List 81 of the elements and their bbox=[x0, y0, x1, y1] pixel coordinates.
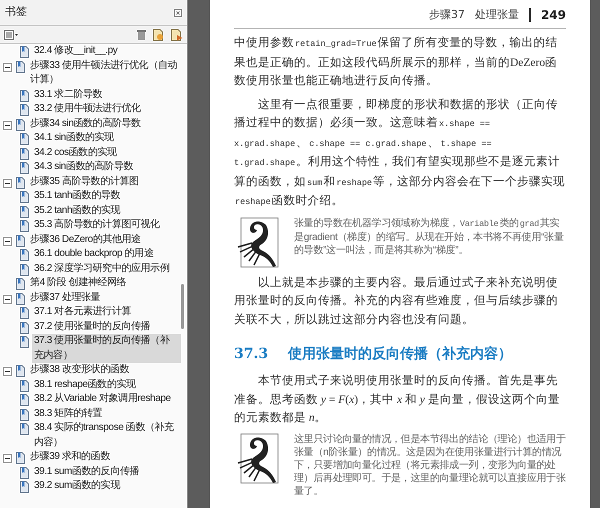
bookmark-item[interactable]: 33.1 求二阶导数 bbox=[32, 88, 181, 102]
bookmark-icon bbox=[16, 452, 25, 464]
scrollbar-thumb[interactable] bbox=[181, 284, 184, 329]
bookmark-icon bbox=[16, 365, 25, 377]
bookmark-icon bbox=[20, 322, 29, 334]
bookmark-item[interactable]: 步骤37 处理张量 bbox=[28, 290, 181, 305]
bookmark-icon bbox=[20, 133, 29, 145]
bookmark-item[interactable]: 步骤34 sin函数的高阶导数 bbox=[28, 116, 181, 131]
new-bookmark-icon[interactable] bbox=[153, 28, 164, 40]
body-paragraph: 本节使用式子来说明使用张量时的反向传播。首先是事先准备。思考函数 y = F(x)，其中 x 和 y 是向量，假设这两个向量的元素数都是 n。 bbox=[234, 374, 561, 426]
body-paragraph: 中使用参数 retain_grad=True保留了所有变量的导数，输出的结果也是正确的。正如这段代码所展示的那样，当前的DeZero函数使用张量也能正确地进行反向传播。 bbox=[234, 35, 559, 89]
bookmark-item[interactable]: 39.2 sum函数的实现 bbox=[32, 479, 181, 494]
bookmark-icon bbox=[20, 394, 29, 406]
bookmark-icon bbox=[20, 307, 29, 319]
bookmark-icon bbox=[20, 380, 29, 392]
bookmark-icon bbox=[16, 278, 25, 290]
body-paragraph: 这里有一点很重要，即梯度的形状和数据的形状（正向传播过程中的数据）必须一致。这意味着 x.shape == x.grad.shape、c.shape == c.grad.shape、t.shape == t.grad.shape。利用这个特性，我们有望实现那些不是逐元素计算的函数，如 sum和 reshape 等，这部分内容会在下一个步骤实现 reshape函数时介绍。 bbox=[234, 97, 566, 209]
bookmark-item[interactable]: 步骤33 使用牛顿法进行优化（自动计算） bbox=[28, 58, 181, 88]
bookmark-icon bbox=[20, 408, 29, 420]
close-icon[interactable] bbox=[174, 8, 182, 16]
bookmark-icon bbox=[16, 292, 25, 304]
running-header: 步骤37 bbox=[428, 6, 465, 23]
collapse-icon[interactable] bbox=[3, 62, 12, 72]
bookmark-settings-icon[interactable] bbox=[171, 28, 183, 40]
section-number: 37.3 bbox=[234, 345, 268, 364]
page-number: 249 bbox=[540, 7, 566, 24]
bookmark-item[interactable]: 35.2 tanh函数的实现 bbox=[32, 204, 181, 218]
bookmark-icon bbox=[20, 46, 29, 58]
bookmark-item[interactable]: 35.1 tanh函数的导数 bbox=[32, 189, 181, 204]
bookmark-icon bbox=[20, 220, 29, 232]
bookmark-item[interactable]: 步骤36 DeZero的其他用途 bbox=[28, 232, 181, 247]
bookmark-item[interactable]: 步骤38 改变形状的函数 bbox=[28, 363, 181, 378]
bookmark-icon bbox=[20, 162, 29, 174]
bookmark-item[interactable]: 38.1 reshape函数的实现 bbox=[32, 378, 181, 392]
bookmark-item[interactable]: 33.2 使用牛顿法进行优化 bbox=[32, 102, 181, 116]
bookmark-item[interactable]: 34.1 sin函数的实现 bbox=[32, 131, 181, 146]
bookmark-icon bbox=[20, 466, 29, 478]
delete-icon[interactable] bbox=[137, 29, 146, 40]
bookmark-item[interactable]: 38.4 实际的transpose 函数（补充内容） bbox=[32, 421, 181, 450]
bookmark-item[interactable]: 第4 阶段 创建神经网络 bbox=[28, 276, 181, 290]
bookmark-icon bbox=[20, 90, 29, 102]
collapse-icon[interactable] bbox=[3, 454, 12, 463]
bookmark-item[interactable]: 34.3 sin函数的高阶导数 bbox=[32, 160, 181, 174]
bookmark-item[interactable]: 36.2 深度学习研究中的应用示例 bbox=[32, 262, 181, 276]
collapse-icon[interactable] bbox=[3, 236, 12, 246]
running-header: 处理张量 bbox=[474, 6, 519, 23]
bookmark-icon bbox=[16, 118, 25, 130]
bookmark-icon bbox=[20, 148, 29, 160]
collapse-icon[interactable] bbox=[3, 367, 12, 376]
bookmark-item[interactable]: 36.1 double backprop 的用途 bbox=[32, 247, 181, 262]
bookmark-icon bbox=[20, 481, 29, 493]
bookmark-icon bbox=[20, 249, 29, 261]
collapse-icon[interactable] bbox=[3, 294, 12, 304]
bookmark-item[interactable]: 37.3 使用张量时的反向传播（补充内容） bbox=[32, 334, 181, 363]
bookmark-item[interactable]: 步骤39 求和的函数 bbox=[28, 450, 181, 464]
bookmark-icon bbox=[20, 206, 29, 218]
bookmark-item[interactable]: 38.2 从Variable 对象调用reshape bbox=[32, 392, 181, 406]
note-text: 这里只讨论向量的情况，但是本节得出的结论（理论）也适用于张量（n阶张量）的情况。这是因为在使用张量进行计算的情况下，只要增加向量化过程（将元素排成一列，变形为向量的处理）后再处理即可。于是，这里的向量理论就可以直接应用于张量了。 bbox=[294, 432, 566, 498]
options-menu-icon[interactable] bbox=[4, 30, 19, 40]
bookmark-item[interactable]: 35.3 高阶导数的计算图可视化 bbox=[32, 218, 181, 232]
bookmark-item[interactable]: 34.2 cos函数的实现 bbox=[32, 146, 181, 160]
note-text: 张量的导数在机器学习领域称为梯度，Variable 类的grad其实是gradient（梯度）的缩写。从现在开始，本书将不再使用“张量的导数”这一叫法，而是将其称为“梯度”。 bbox=[294, 216, 565, 256]
body-paragraph: 以上就是本步骤的主要内容。最后通过式子来补充说明使用张量时的反向传播。补充的内容有些难度，但与后续步骤的关联不大，所以跳过这部分内容也没有问题。 bbox=[234, 275, 559, 328]
bookmark-icon bbox=[16, 176, 25, 188]
bookmark-item[interactable]: 37.2 使用张量时的反向传播 bbox=[32, 320, 181, 334]
bookmark-icon bbox=[20, 104, 29, 116]
bookmark-item[interactable]: 步骤35 高阶导数的计算图 bbox=[28, 174, 181, 189]
collapse-icon[interactable] bbox=[3, 120, 12, 130]
bookmark-item[interactable]: 38.3 矩阵的转置 bbox=[32, 406, 181, 421]
bookmark-item[interactable]: 39.1 sum函数的反向传播 bbox=[32, 464, 181, 479]
bookmark-icon bbox=[20, 336, 29, 348]
bookmark-item[interactable]: 37.1 对各元素进行计算 bbox=[32, 305, 181, 320]
bookmark-icon bbox=[20, 191, 29, 203]
bookmark-icon bbox=[16, 234, 25, 246]
collapse-icon[interactable] bbox=[3, 178, 12, 188]
bookmark-icon bbox=[20, 264, 29, 276]
bookmark-icon bbox=[16, 60, 25, 72]
section-title: 使用张量时的反向传播（补充内容） bbox=[288, 344, 512, 364]
bookmark-item[interactable]: 32.4 修改__init__.py bbox=[32, 44, 181, 58]
bookmark-icon bbox=[20, 423, 29, 435]
panel-title: 书签 bbox=[5, 4, 27, 20]
